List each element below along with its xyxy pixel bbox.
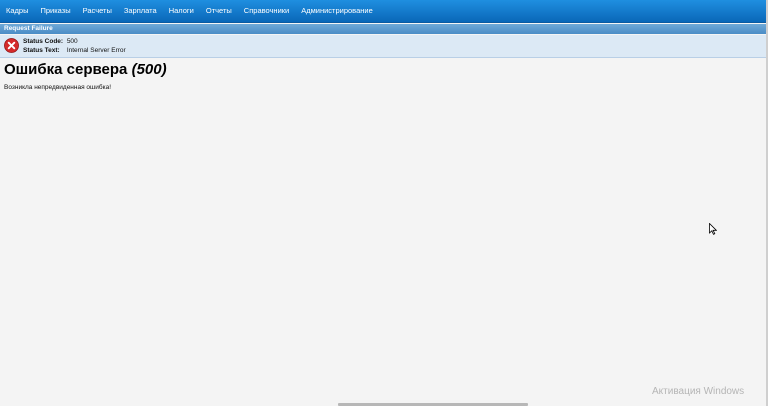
nav-item-prikazy[interactable]: Приказы	[34, 0, 76, 22]
nav-item-spravochniki[interactable]: Справочники	[238, 0, 295, 22]
page-title: Ошибка сервера (500)	[4, 61, 167, 78]
nav-item-nalogi[interactable]: Налоги	[163, 0, 200, 22]
request-failure-bar: Request Failure	[0, 24, 766, 34]
status-text-row: Status Text: Internal Server Error	[23, 47, 126, 55]
nav-item-zarplata[interactable]: Зарплата	[118, 0, 163, 22]
status-text-value: Internal Server Error	[66, 47, 126, 54]
error-x-icon	[4, 38, 19, 53]
status-panel: Status Code: 500 Status Text: Internal S…	[0, 35, 766, 58]
page-title-text: Ошибка сервера	[4, 61, 128, 78]
top-navigation-bar: Кадры Приказы Расчеты Зарплата Налоги От…	[0, 0, 768, 23]
page-title-code: (500)	[131, 61, 167, 78]
nav-item-otchety[interactable]: Отчеты	[200, 0, 238, 22]
nav-item-kadry[interactable]: Кадры	[0, 0, 34, 22]
mouse-cursor-icon	[709, 223, 717, 235]
status-text-label: Status Text:	[23, 47, 60, 54]
status-code-row: Status Code: 500	[23, 38, 78, 46]
nav-item-raschety[interactable]: Расчеты	[77, 0, 118, 22]
error-message: Возникла непредвиденная ошибка!	[4, 84, 112, 91]
status-code-label: Status Code:	[23, 38, 64, 45]
nav-item-administrirovanie[interactable]: Администрирование	[295, 0, 379, 22]
windows-activation-watermark: Активация Windows	[652, 386, 745, 397]
status-code-value: 500	[66, 38, 78, 45]
